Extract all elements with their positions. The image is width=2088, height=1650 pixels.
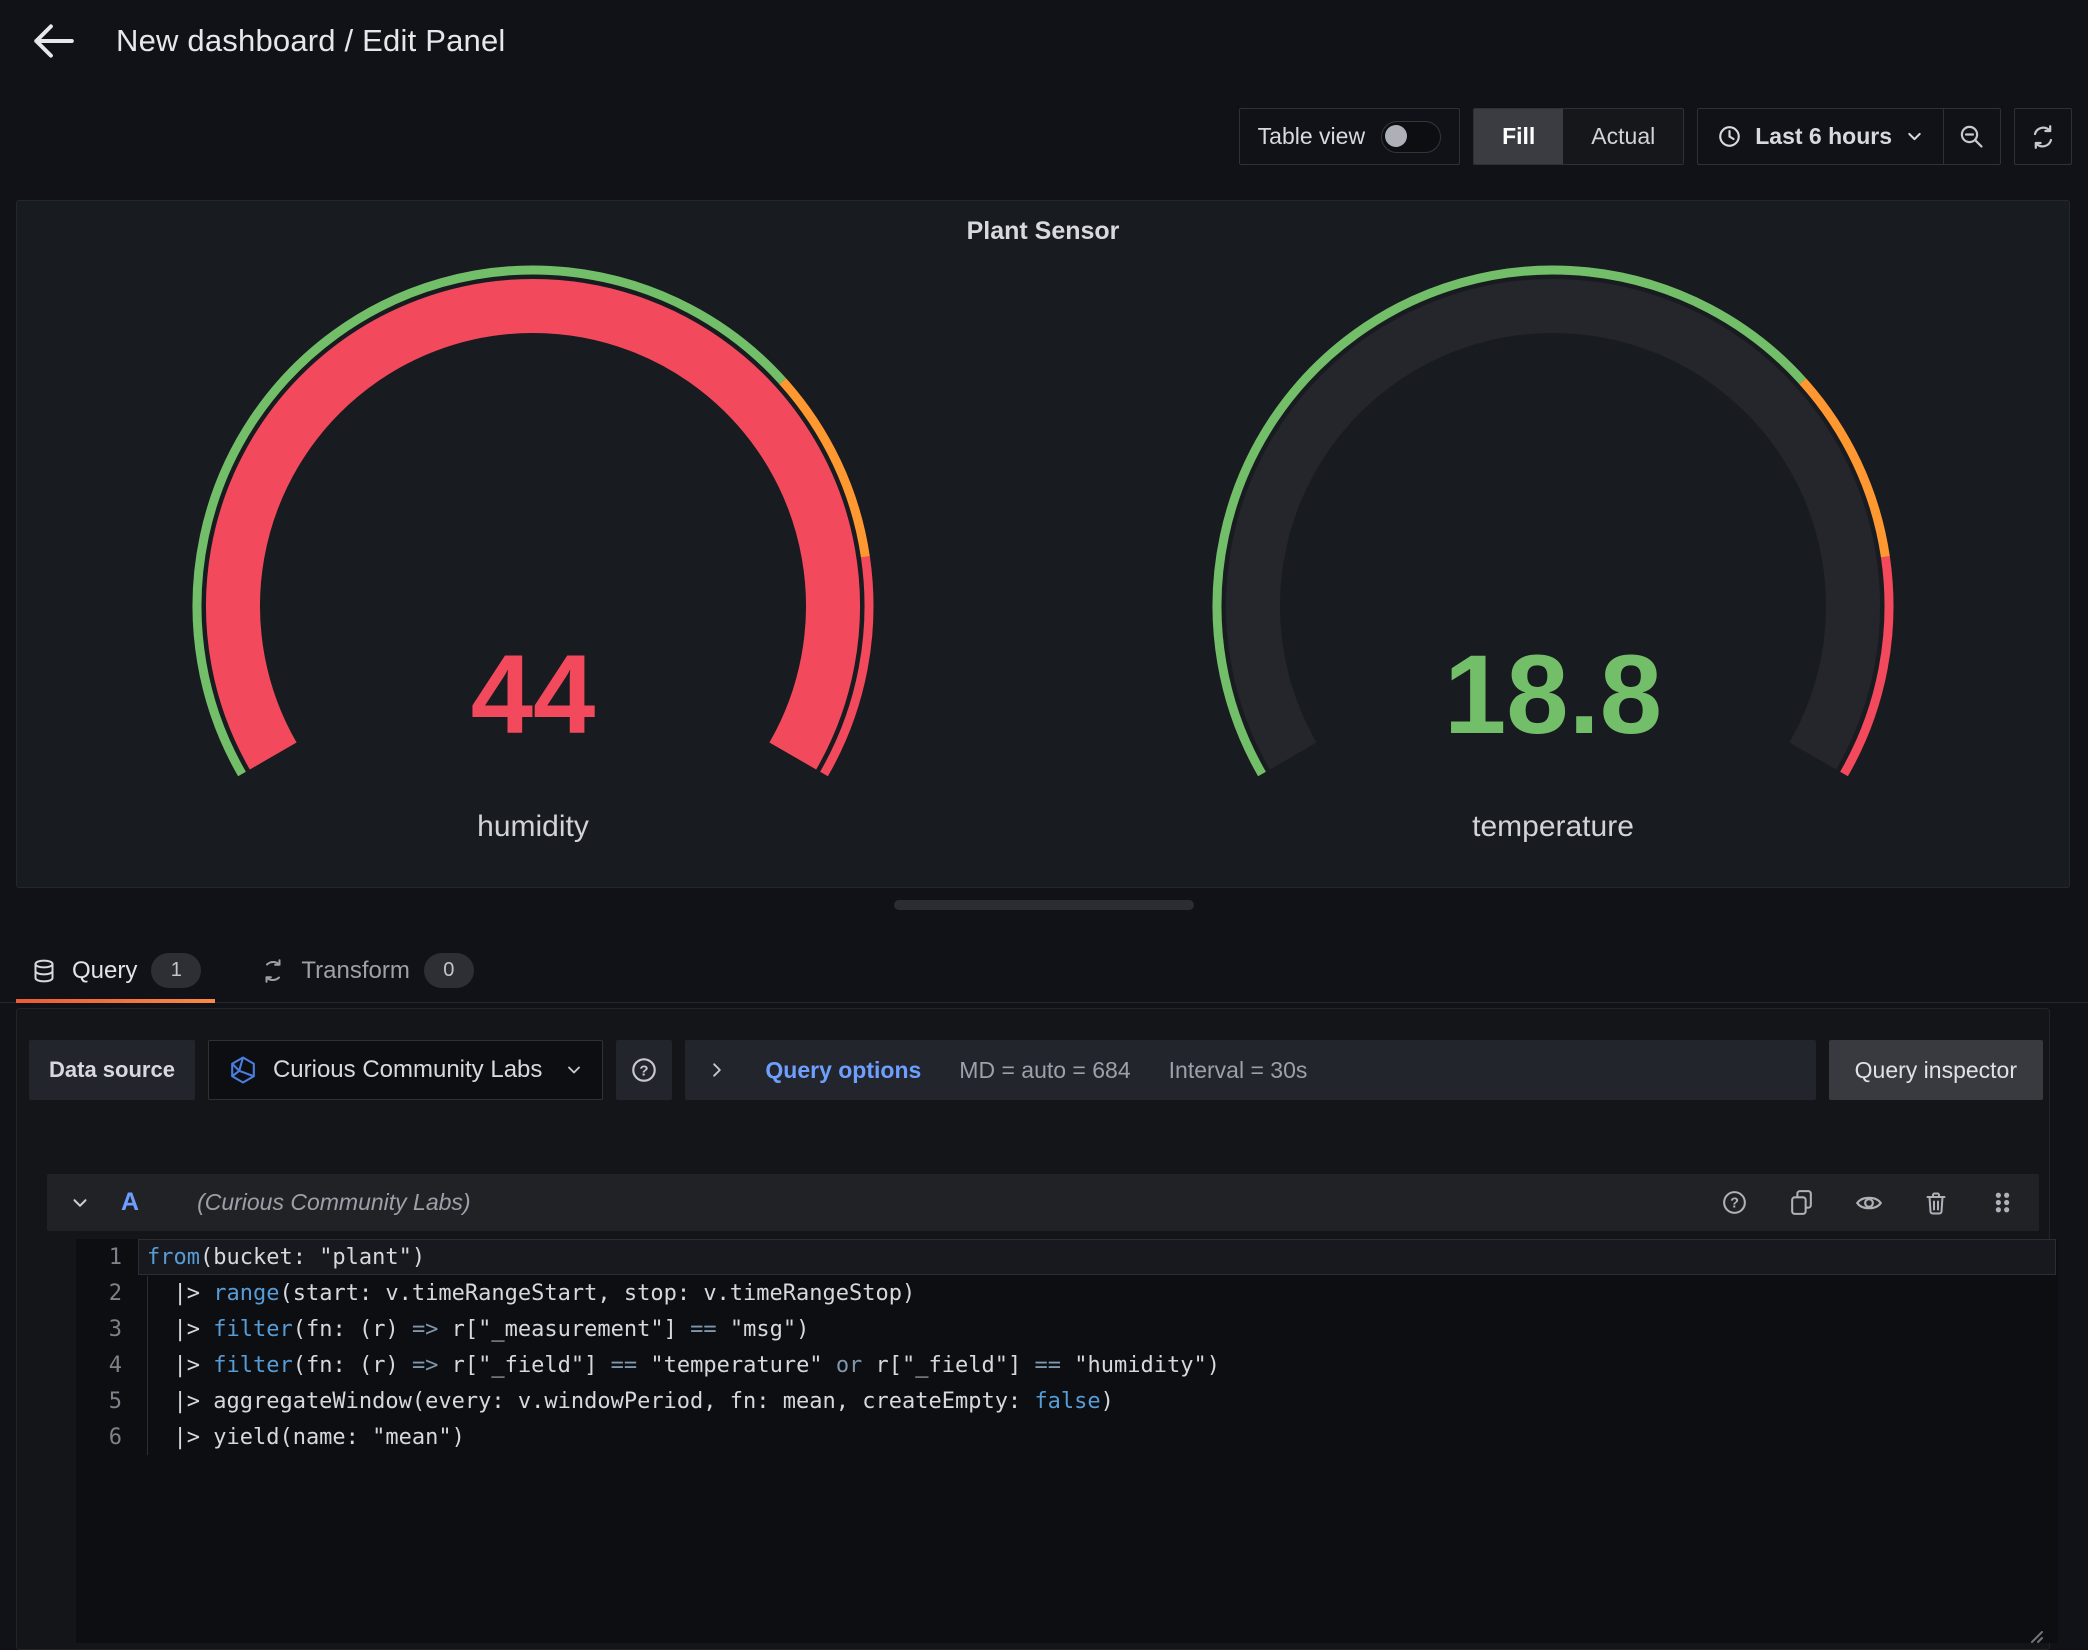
gauge-label: temperature <box>1472 810 1634 844</box>
query-datasource-hint: (Curious Community Labs) <box>197 1189 471 1216</box>
editor-tabs: Query 1 Transform 0 <box>0 939 2088 1003</box>
line-number: 5 <box>76 1384 122 1420</box>
code-line: |> aggregateWindow(every: v.windowPeriod… <box>138 1384 2058 1420</box>
code-line: |> range(start: v.timeRangeStart, stop: … <box>138 1276 2058 1312</box>
chevron-right-icon <box>707 1060 727 1080</box>
datasource-select[interactable]: Curious Community Labs <box>208 1040 603 1100</box>
delete-query-button[interactable] <box>1922 1189 1950 1217</box>
fill-button[interactable]: Fill <box>1474 109 1563 164</box>
query-options-label: Query options <box>765 1057 921 1084</box>
gauge-temperature: 18.8 temperature <box>1133 258 1973 844</box>
clock-icon <box>1716 123 1743 150</box>
plant-sensor-panel: Plant Sensor 44 humidity 18.8 temperatur… <box>16 200 2070 888</box>
query-ref-id[interactable]: A <box>121 1188 139 1217</box>
table-view-toggle[interactable] <box>1381 121 1441 153</box>
database-icon <box>30 957 58 985</box>
flux-code-editor[interactable]: 123456 from(bucket: "plant") |> range(st… <box>76 1239 2058 1643</box>
line-number: 2 <box>76 1276 122 1312</box>
time-range-group: Last 6 hours <box>1697 108 2001 165</box>
grafana-edit-panel-screen: New dashboard / Edit Panel Table view Fi… <box>0 0 2088 1650</box>
display-mode-segmented: Fill Actual <box>1473 108 1684 165</box>
query-row-header: A (Curious Community Labs) ? <box>47 1174 2039 1231</box>
line-number: 4 <box>76 1348 122 1384</box>
line-number: 3 <box>76 1312 122 1348</box>
gauge-value: 18.8 <box>1444 632 1662 757</box>
datasource-help-button[interactable]: ? <box>616 1040 672 1100</box>
tab-transform[interactable]: Transform 0 <box>245 939 487 1002</box>
help-icon: ? <box>629 1055 659 1085</box>
time-range-picker[interactable]: Last 6 hours <box>1698 109 1943 164</box>
query-help-button[interactable]: ? <box>1720 1188 1749 1217</box>
tab-query-badge: 1 <box>151 953 201 988</box>
datasource-logo-icon <box>227 1054 259 1086</box>
trash-icon <box>1922 1189 1950 1217</box>
code-line: |> filter(fn: (r) => r["_field"] == "tem… <box>138 1348 2058 1384</box>
chevron-down-icon <box>564 1060 584 1080</box>
gauge-value: 44 <box>471 632 596 757</box>
code-line: |> filter(fn: (r) => r["_measurement"] =… <box>138 1312 2058 1348</box>
eye-icon <box>1854 1188 1884 1218</box>
drag-handle-icon <box>1988 1188 2017 1217</box>
line-number: 6 <box>76 1420 122 1456</box>
page-title: New dashboard / Edit Panel <box>116 23 506 59</box>
time-range-label: Last 6 hours <box>1755 123 1892 150</box>
drag-query-handle[interactable] <box>1988 1188 2017 1217</box>
table-view-group: Table view <box>1239 108 1460 165</box>
transform-icon <box>259 957 287 985</box>
code-area[interactable]: from(bucket: "plant") |> range(start: v.… <box>138 1239 2058 1643</box>
datasource-row: Data source Curious Community Labs ? <box>29 1040 2043 1100</box>
max-data-points-stat: MD = auto = 684 <box>959 1057 1130 1084</box>
help-icon: ? <box>1720 1188 1749 1217</box>
query-options-bar[interactable]: Query options MD = auto = 684 Interval =… <box>685 1040 1815 1100</box>
chevron-down-icon <box>1904 126 1925 147</box>
zoom-out-button[interactable] <box>1944 109 2000 164</box>
resize-handle-icon[interactable] <box>2021 1621 2045 1645</box>
app-header: New dashboard / Edit Panel <box>30 22 506 60</box>
active-tab-underline <box>16 999 215 1003</box>
query-inspector-button[interactable]: Query inspector <box>1829 1040 2043 1100</box>
svg-text:?: ? <box>1730 1196 1739 1212</box>
line-number-gutter: 123456 <box>76 1239 138 1643</box>
tab-query[interactable]: Query 1 <box>16 939 215 1002</box>
datasource-value: Curious Community Labs <box>273 1056 542 1084</box>
zoom-out-icon <box>1958 123 1986 151</box>
panel-resize-handle[interactable] <box>894 900 1194 910</box>
collapse-chevron-icon[interactable] <box>69 1192 91 1214</box>
actual-button[interactable]: Actual <box>1563 109 1683 164</box>
datasource-label: Data source <box>29 1040 195 1100</box>
toggle-knob <box>1385 125 1407 147</box>
gauge-arc: 44 <box>113 258 953 798</box>
gauges-row: 44 humidity 18.8 temperature <box>17 258 2069 844</box>
refresh-group <box>2014 108 2072 165</box>
gauge-humidity: 44 humidity <box>113 258 953 844</box>
svg-text:?: ? <box>640 1062 649 1079</box>
refresh-button[interactable] <box>2015 109 2071 164</box>
panel-toolbar: Table view Fill Actual Last 6 hours <box>1239 108 2072 165</box>
code-line: from(bucket: "plant") <box>138 1240 2058 1276</box>
duplicate-icon <box>1787 1188 1816 1217</box>
code-line: |> yield(name: "mean") <box>138 1420 2058 1456</box>
gauge-label: humidity <box>477 810 589 844</box>
toggle-query-visibility-button[interactable] <box>1854 1188 1884 1218</box>
back-arrow-icon[interactable] <box>30 22 76 60</box>
line-number: 1 <box>76 1240 122 1276</box>
refresh-icon <box>2029 123 2057 151</box>
gauge-arc: 18.8 <box>1133 258 1973 798</box>
query-actions: ? <box>1720 1188 2017 1218</box>
panel-title: Plant Sensor <box>17 201 2069 246</box>
query-editor-card: Data source Curious Community Labs ? <box>16 1008 2050 1650</box>
tab-transform-badge: 0 <box>424 953 474 988</box>
tab-transform-label: Transform <box>301 957 409 985</box>
interval-stat: Interval = 30s <box>1169 1057 1308 1084</box>
duplicate-query-button[interactable] <box>1787 1188 1816 1217</box>
tab-query-label: Query <box>72 957 137 985</box>
table-view-label: Table view <box>1258 123 1365 150</box>
